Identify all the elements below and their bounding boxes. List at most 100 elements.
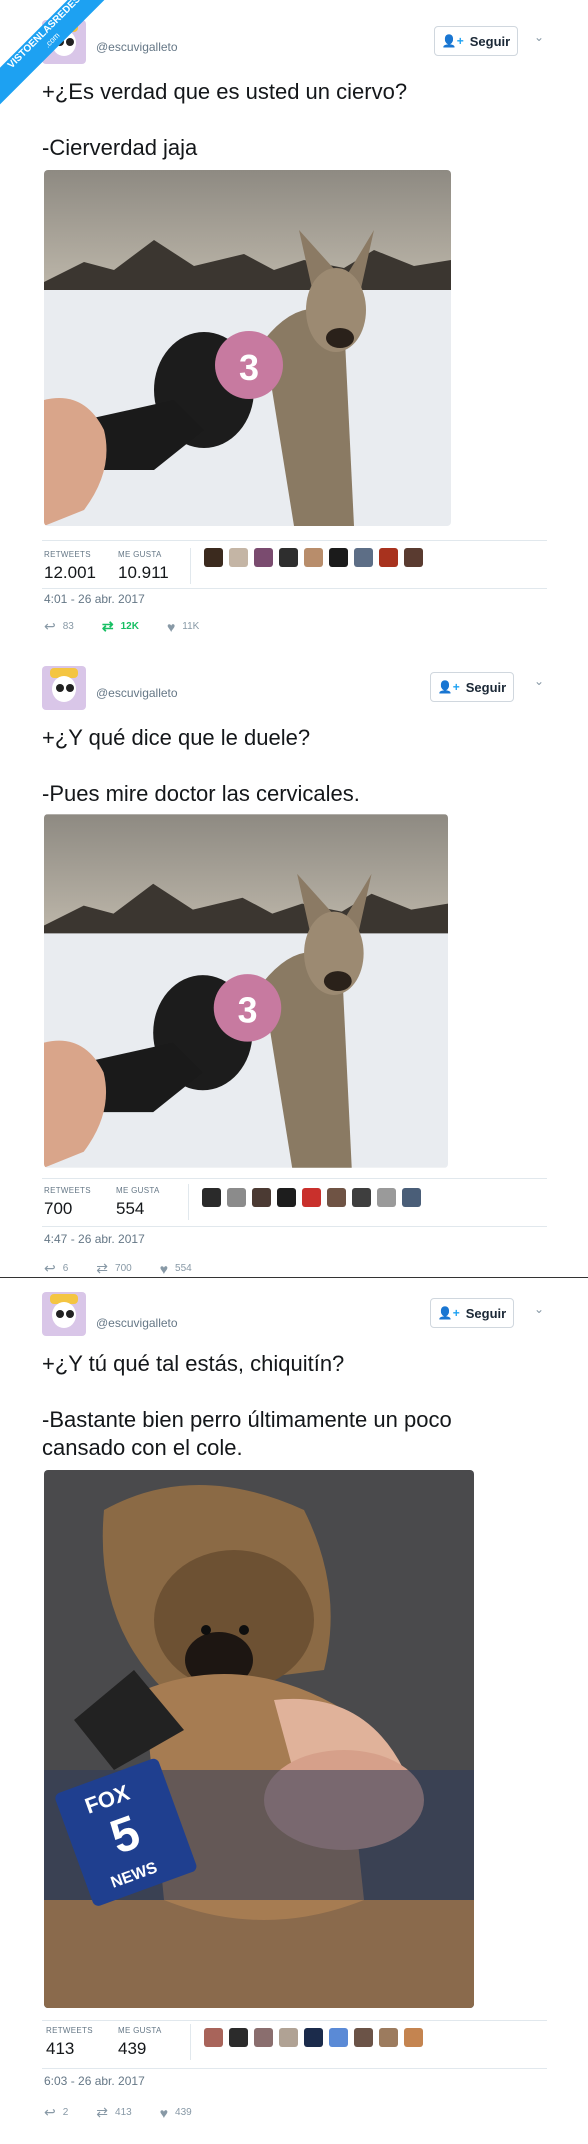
avatar[interactable] xyxy=(254,548,273,567)
avatar[interactable] xyxy=(279,548,298,567)
retweet-count: 12K xyxy=(120,621,139,632)
follow-button[interactable]: 👤+ Seguir xyxy=(430,1298,514,1328)
reply-action[interactable]: ↩ 6 xyxy=(44,1260,68,1277)
avatar[interactable] xyxy=(354,548,373,567)
tweet-date[interactable]: 4:47 - 26 abr. 2017 xyxy=(44,1232,145,1246)
retweets-stat[interactable]: RETWEETS 700 xyxy=(44,1186,91,1219)
avatar[interactable] xyxy=(204,548,223,567)
avatar[interactable] xyxy=(329,2028,348,2047)
avatar[interactable] xyxy=(352,1188,371,1207)
user-handle[interactable]: @escuvigalleto xyxy=(96,1316,178,1330)
likes-stat[interactable]: ME GUSTA 439 xyxy=(118,2026,162,2059)
reply-action[interactable]: ↩ 83 xyxy=(44,618,74,635)
avatar[interactable] xyxy=(42,1292,86,1336)
likes-stat[interactable]: ME GUSTA 10.911 xyxy=(118,550,169,583)
avatar[interactable] xyxy=(202,1188,221,1207)
tweet-photo-puppy[interactable]: FOX 5 NEWS xyxy=(44,1470,474,2008)
avatar-eye xyxy=(56,684,64,692)
avatar[interactable] xyxy=(254,2028,273,2047)
retweet-action[interactable]: ⇄ 700 xyxy=(96,1260,131,1277)
likes-stat[interactable]: ME GUSTA 554 xyxy=(116,1186,160,1219)
heart-icon: ♥ xyxy=(166,618,176,635)
retweets-count: 700 xyxy=(44,1199,73,1218)
reply-count: 2 xyxy=(62,2107,69,2118)
retweets-stat[interactable]: RETWEETS 413 xyxy=(46,2026,93,2059)
avatar[interactable] xyxy=(227,1188,246,1207)
retweet-count: 413 xyxy=(115,2107,132,2118)
retweet-action[interactable]: ⇄ 413 xyxy=(96,2104,131,2121)
avatar[interactable] xyxy=(379,548,398,567)
tweet-actions: ↩ 83 ⇄ 12K ♥ 11K xyxy=(44,618,227,635)
add-user-icon: 👤+ xyxy=(437,680,460,694)
avatar[interactable] xyxy=(279,2028,298,2047)
avatar[interactable] xyxy=(327,1188,346,1207)
user-handle[interactable]: @escuvigalleto xyxy=(96,40,178,54)
divider xyxy=(42,2068,547,2069)
tweet-text: +¿Y qué dice que le duele? -Pues mire do… xyxy=(42,725,360,806)
deer-interview-image: 3 xyxy=(44,814,448,1168)
likes-label: ME GUSTA xyxy=(116,1186,160,1195)
avatar[interactable] xyxy=(252,1188,271,1207)
retweet-count: 700 xyxy=(115,1263,132,1274)
avatar[interactable] xyxy=(277,1188,296,1207)
liker-avatars xyxy=(202,1188,421,1207)
like-count: 439 xyxy=(175,2107,192,2118)
avatar[interactable] xyxy=(304,2028,323,2047)
reply-count: 83 xyxy=(62,621,74,632)
like-action[interactable]: ♥ 439 xyxy=(160,2105,192,2121)
divider xyxy=(42,2020,547,2021)
tweet-actions: ↩ 6 ⇄ 700 ♥ 554 xyxy=(44,1260,220,1277)
avatar[interactable] xyxy=(42,666,86,710)
avatar[interactable] xyxy=(404,2028,423,2047)
retweet-icon: ⇄ xyxy=(96,2104,109,2120)
retweets-label: RETWEETS xyxy=(44,1186,91,1195)
avatar[interactable] xyxy=(377,1188,396,1207)
avatar[interactable] xyxy=(204,2028,223,2047)
user-handle[interactable]: @escuvigalleto xyxy=(96,686,178,700)
heart-icon: ♥ xyxy=(159,2104,169,2121)
likes-label: ME GUSTA xyxy=(118,550,162,559)
like-action[interactable]: ♥ 554 xyxy=(160,1261,192,1277)
mic-logo-text: 3 xyxy=(239,347,259,388)
tweet-2: @escuvigalleto 👤+ Seguir ⌄ +¿Y qué dice … xyxy=(0,648,588,1278)
follow-button[interactable]: 👤+ Seguir xyxy=(434,26,518,56)
divider xyxy=(190,2024,191,2060)
chevron-down-icon[interactable]: ⌄ xyxy=(534,674,544,688)
tweet-actions: ↩ 2 ⇄ 413 ♥ 439 xyxy=(44,2104,220,2121)
avatar[interactable] xyxy=(229,2028,248,2047)
tweet-photo-deer[interactable]: 3 xyxy=(44,170,451,526)
retweets-stat[interactable]: RETWEETS 12.001 xyxy=(44,550,96,583)
avatar[interactable] xyxy=(354,2028,373,2047)
likes-label: ME GUSTA xyxy=(118,2026,162,2035)
avatar[interactable] xyxy=(329,548,348,567)
avatar[interactable] xyxy=(379,2028,398,2047)
heart-icon: ♥ xyxy=(159,1260,169,1277)
reply-action[interactable]: ↩ 2 xyxy=(44,2104,68,2121)
avatar[interactable] xyxy=(404,548,423,567)
chevron-down-icon[interactable]: ⌄ xyxy=(534,30,544,44)
divider xyxy=(188,1184,189,1220)
add-user-icon: 👤+ xyxy=(437,1306,460,1320)
like-action[interactable]: ♥ 11K xyxy=(167,619,199,635)
retweets-count: 12.001 xyxy=(44,563,96,582)
divider xyxy=(42,1226,547,1227)
avatar[interactable] xyxy=(302,1188,321,1207)
avatar[interactable] xyxy=(229,548,248,567)
likes-count: 554 xyxy=(116,1199,145,1218)
reply-icon: ↩ xyxy=(44,618,56,634)
follow-label: Seguir xyxy=(465,1305,507,1321)
avatar[interactable] xyxy=(304,548,323,567)
avatar[interactable] xyxy=(402,1188,421,1207)
puppy-interview-image: FOX 5 NEWS xyxy=(44,1470,474,2008)
chevron-down-icon[interactable]: ⌄ xyxy=(534,1302,544,1316)
reply-count: 6 xyxy=(62,1263,69,1274)
tweet-date[interactable]: 6:03 - 26 abr. 2017 xyxy=(44,2074,145,2088)
avatar-eye xyxy=(56,1310,64,1318)
retweet-icon: ⇄ xyxy=(101,618,114,634)
tweet-text: +¿Y tú qué tal estás, chiquitín? -Bastan… xyxy=(42,1351,452,1460)
retweet-action[interactable]: ⇄ 12K xyxy=(102,618,139,635)
tweet-date[interactable]: 4:01 - 26 abr. 2017 xyxy=(44,592,145,606)
follow-button[interactable]: 👤+ Seguir xyxy=(430,672,514,702)
tweet-photo-deer[interactable]: 3 xyxy=(44,814,448,1168)
retweet-icon: ⇄ xyxy=(96,1260,109,1276)
